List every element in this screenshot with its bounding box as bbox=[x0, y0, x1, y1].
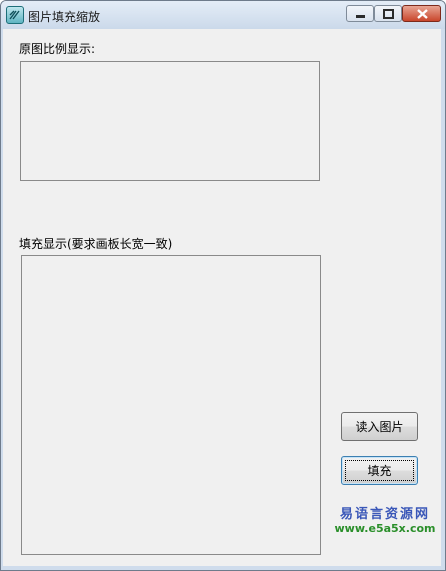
minimize-button[interactable] bbox=[346, 5, 374, 22]
minimize-icon bbox=[356, 15, 365, 18]
close-icon bbox=[417, 9, 428, 19]
client-area: 原图比例显示: 填充显示(要求画板长宽一致) 读入图片 填充 bbox=[3, 29, 441, 566]
app-icon[interactable] bbox=[6, 6, 24, 24]
fill-display-label: 填充显示(要求画板长宽一致) bbox=[19, 237, 173, 251]
title-bar[interactable]: 图片填充缩放 bbox=[1, 1, 445, 29]
original-ratio-label: 原图比例显示: bbox=[19, 42, 96, 56]
maximize-icon bbox=[383, 9, 394, 19]
watermark-url: www.e5a5x.com bbox=[334, 522, 436, 535]
window-title: 图片填充缩放 bbox=[28, 10, 101, 24]
app-window: 图片填充缩放 原图比例显示: 填充显示(要求画板长宽一致) 读入图片 填充 易语… bbox=[0, 0, 446, 571]
watermark-text: 易语言资源网 bbox=[339, 507, 430, 522]
original-image-box bbox=[20, 61, 320, 181]
fill-button[interactable]: 填充 bbox=[341, 456, 418, 485]
load-image-button-label: 读入图片 bbox=[355, 420, 404, 434]
load-image-button[interactable]: 读入图片 bbox=[341, 412, 418, 441]
focus-rectangle bbox=[345, 460, 414, 481]
maximize-button[interactable] bbox=[374, 5, 402, 22]
close-button[interactable] bbox=[402, 5, 441, 22]
fill-image-box bbox=[21, 255, 321, 555]
watermark: 易语言资源网 www.e5a5x.com bbox=[331, 508, 439, 536]
